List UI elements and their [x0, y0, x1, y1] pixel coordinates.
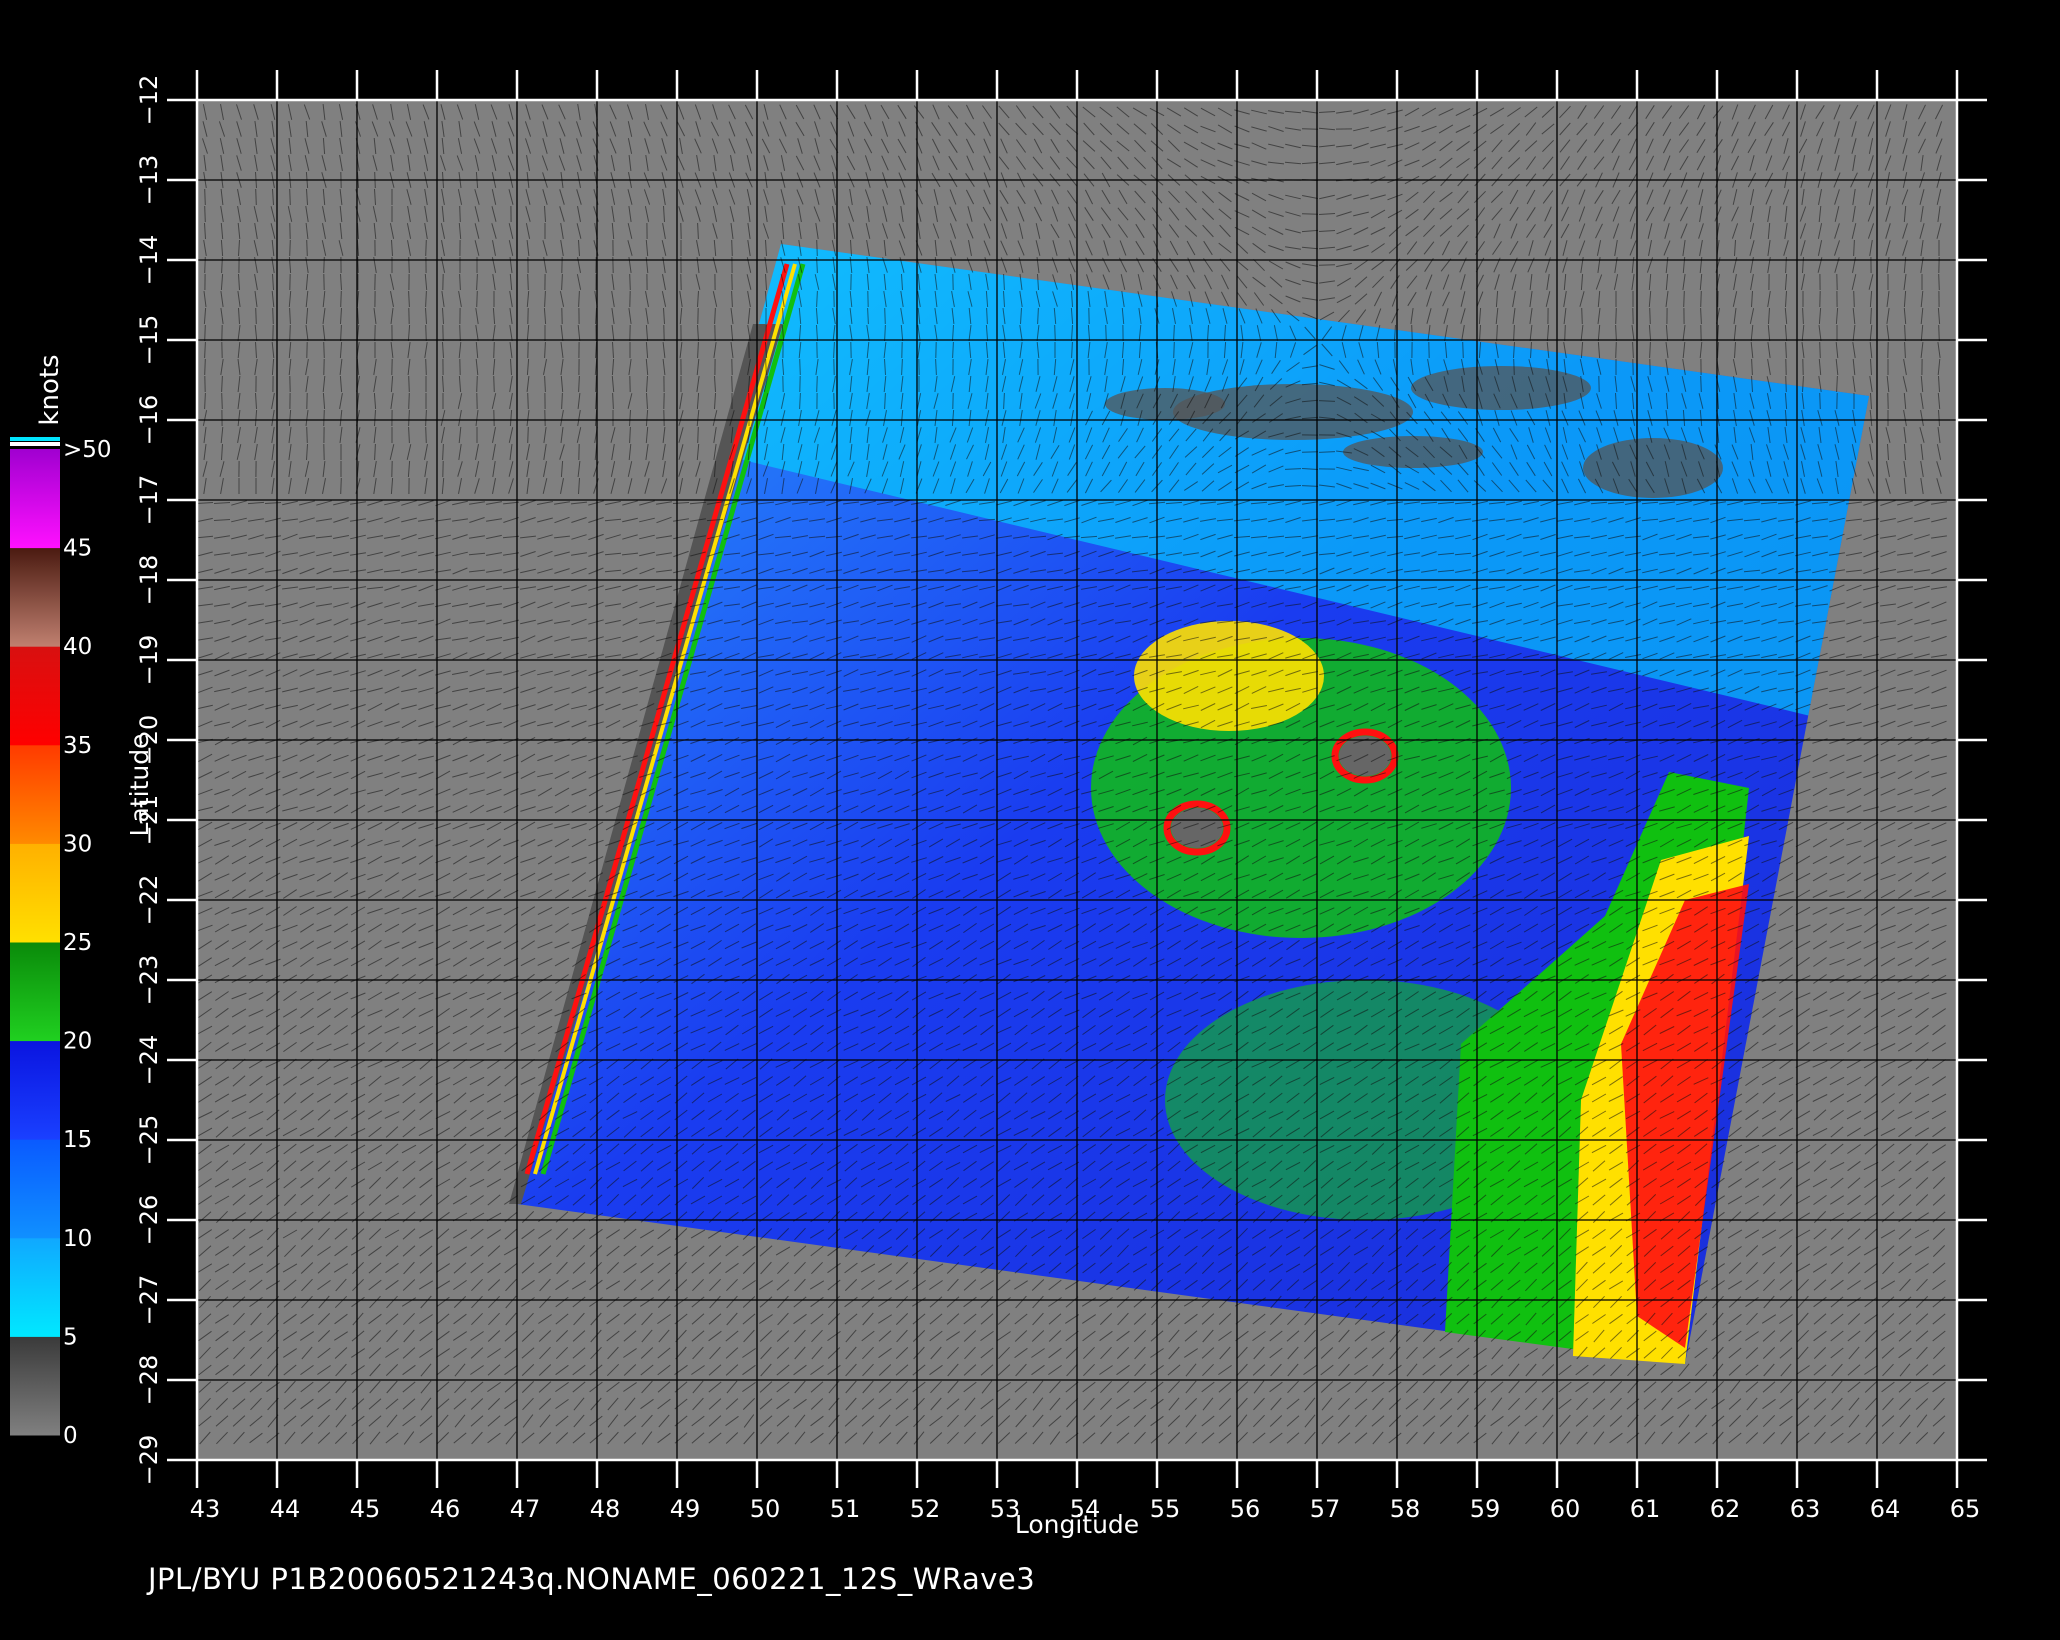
x-axis-label: Longitude [1015, 1510, 1139, 1539]
colorbar-label: >50 [63, 437, 112, 463]
colorbar-label: 40 [63, 634, 92, 660]
x-tick-label: 43 [190, 1495, 221, 1523]
colorbar-label: 45 [63, 536, 92, 562]
x-tick-label: 55 [1150, 1495, 1181, 1523]
colorbar-band [10, 942, 60, 1042]
x-tick-label: 44 [270, 1495, 301, 1523]
x-tick-label: 64 [1870, 1495, 1901, 1523]
colorbar-band [10, 1336, 60, 1436]
colorbar-band [10, 843, 60, 943]
colorbar-cap [10, 442, 60, 446]
y-tick-label: −25 [135, 1115, 163, 1166]
y-tick-label: −27 [135, 1275, 163, 1326]
calm-patch [1411, 366, 1591, 410]
x-tick-label: 59 [1470, 1495, 1501, 1523]
x-tick-label: 49 [670, 1495, 701, 1523]
x-tick-label: 56 [1230, 1495, 1261, 1523]
colorbar-label: 35 [63, 733, 92, 759]
y-tick-label: −17 [135, 475, 163, 526]
x-tick-label: 61 [1630, 1495, 1661, 1523]
x-tick-label: 52 [910, 1495, 941, 1523]
y-tick-label: −19 [135, 635, 163, 686]
wind-map-figure: 43 44 45 46 47 48 49 50 51 52 53 54 55 56 57 58 59 60 61 62… [10, 70, 1987, 1539]
x-tick-label: 58 [1390, 1495, 1421, 1523]
colorbar-band [10, 744, 60, 844]
colorbar-band [10, 1237, 60, 1337]
colorbar-band [10, 449, 60, 549]
x-tick-label: 65 [1950, 1495, 1981, 1523]
y-tick-label: −15 [135, 315, 163, 366]
southern-wind-patch [1165, 980, 1565, 1220]
colorbar-band [10, 1040, 60, 1140]
colorbar-label: 20 [63, 1029, 92, 1055]
y-tick-label: −12 [135, 75, 163, 126]
x-tick-label: 60 [1550, 1495, 1581, 1523]
x-tick-label: 62 [1710, 1495, 1741, 1523]
colorbar-label: 10 [63, 1226, 92, 1252]
footer-caption: JPL/BYU P1B20060521243q.NONAME_060221_12… [148, 1562, 1036, 1596]
x-tick-label: 63 [1790, 1495, 1821, 1523]
y-axis-label: Latitude [125, 734, 154, 837]
calm-patch [1343, 436, 1483, 468]
y-tick-label: −23 [135, 955, 163, 1006]
colorbar-title: knots [35, 354, 65, 425]
y-tick-label: −13 [135, 155, 163, 206]
colorbar-label: 30 [63, 831, 92, 857]
colorbar-band [10, 547, 60, 647]
x-tick-label: 46 [430, 1495, 461, 1523]
colorbar-label: 0 [63, 1423, 78, 1449]
colorbar: 0 5 10 15 20 25 30 35 40 45 >50 [10, 437, 112, 1449]
y-tick-label: −29 [135, 1435, 163, 1486]
x-tick-label: 51 [830, 1495, 861, 1523]
x-tick-label: 47 [510, 1495, 541, 1523]
x-tick-label: 57 [1310, 1495, 1341, 1523]
x-tick-label: 48 [590, 1495, 621, 1523]
y-tick-label: −16 [135, 395, 163, 446]
y-tick-label: −14 [135, 235, 163, 286]
y-tick-label: −22 [135, 875, 163, 926]
colorbar-label: 25 [63, 930, 92, 956]
colorbar-label: 15 [63, 1127, 92, 1153]
colorbar-label: 5 [63, 1324, 78, 1350]
y-tick-label: −18 [135, 555, 163, 606]
colorbar-band [10, 646, 60, 746]
y-tick-label: −26 [135, 1195, 163, 1246]
x-tick-label: 50 [750, 1495, 781, 1523]
y-tick-label: −24 [135, 1035, 163, 1086]
colorbar-cap [10, 437, 60, 441]
x-tick-label: 45 [350, 1495, 381, 1523]
colorbar-band [10, 1139, 60, 1239]
y-tick-label: −28 [135, 1355, 163, 1406]
